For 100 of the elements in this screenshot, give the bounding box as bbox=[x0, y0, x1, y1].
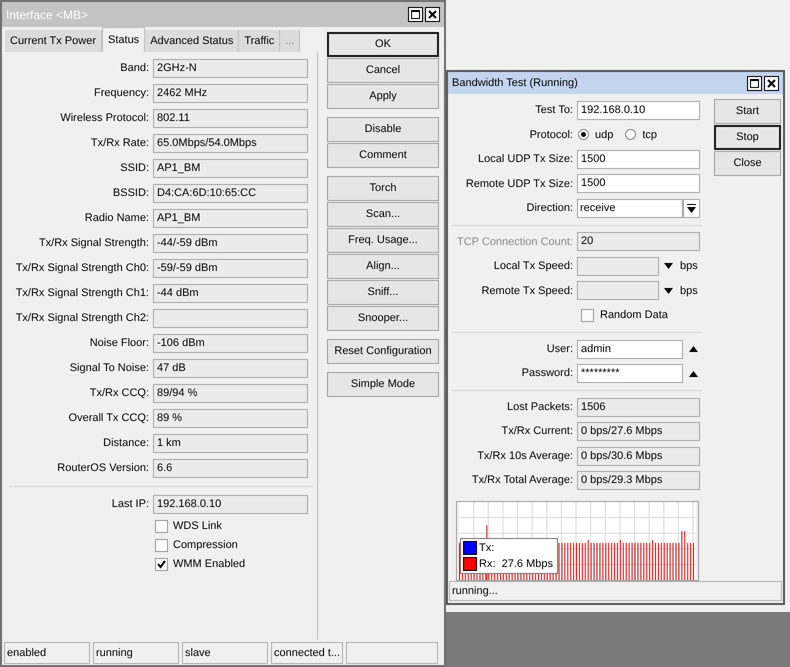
field-label: Last IP: bbox=[110, 497, 150, 512]
maximize-button[interactable] bbox=[408, 7, 423, 22]
value-field: 20 bbox=[577, 232, 700, 252]
button[interactable]: Apply bbox=[327, 84, 439, 109]
window-title: Bandwidth Test (Running) bbox=[452, 76, 578, 91]
value-field: 192.168.0.10 bbox=[153, 495, 308, 514]
down-arrow-icon[interactable] bbox=[664, 263, 673, 270]
button[interactable]: Sniff... bbox=[327, 280, 439, 305]
checkbox-label: WMM Enabled bbox=[173, 557, 246, 572]
value-field: AP1_BM bbox=[153, 159, 308, 178]
button[interactable]: Disable bbox=[327, 117, 439, 142]
checkbox[interactable] bbox=[155, 558, 168, 571]
value-field: 0 bps/27.6 Mbps bbox=[577, 422, 700, 442]
field-label: Signal To Noise: bbox=[68, 361, 150, 376]
dropdown-arrow-icon[interactable] bbox=[687, 204, 696, 213]
value-field: -44 dBm bbox=[153, 284, 308, 303]
button[interactable]: Snooper... bbox=[327, 306, 439, 331]
radio-label: udp bbox=[595, 128, 614, 143]
field-label: Password: bbox=[520, 366, 574, 382]
tab[interactable]: Status bbox=[102, 27, 146, 52]
field-label: Tx/Rx Total Average: bbox=[470, 473, 574, 488]
up-arrow-icon[interactable] bbox=[689, 370, 698, 377]
field-label: Wireless Protocol: bbox=[59, 111, 150, 126]
field-label: TCP Connection Count: bbox=[456, 234, 574, 250]
button[interactable]: Scan... bbox=[327, 202, 439, 227]
value-field: 0 bps/29.3 Mbps bbox=[577, 471, 700, 490]
value-field: 802.11 bbox=[153, 109, 308, 128]
value-field: 89/94 % bbox=[153, 384, 308, 403]
value-field: 6.6 bbox=[153, 459, 308, 478]
field-label: Tx/Rx Signal Strength: bbox=[38, 236, 150, 252]
value-field: D4:CA:6D:10:65:CC bbox=[153, 184, 308, 203]
dropdown-button[interactable] bbox=[683, 198, 700, 218]
field-label: Band: bbox=[119, 61, 150, 76]
text-field[interactable]: 1500 bbox=[577, 174, 700, 194]
field-label: Tx/Rx Current: bbox=[500, 424, 574, 440]
field-label: Overall Tx CCQ: bbox=[68, 411, 150, 426]
checkbox-label: Compression bbox=[173, 538, 238, 554]
legend-label: Rx: 27.6 Mbps bbox=[479, 556, 554, 572]
checkbox[interactable] bbox=[155, 520, 168, 533]
button[interactable]: Cancel bbox=[327, 58, 439, 83]
tab[interactable]: Advanced Status bbox=[145, 30, 240, 52]
radio-button[interactable] bbox=[625, 129, 636, 140]
button[interactable]: Torch bbox=[327, 176, 439, 201]
value-field: 0 bps/30.6 Mbps bbox=[577, 446, 700, 466]
value-field[interactable] bbox=[577, 281, 659, 300]
field-label: Tx/Rx Signal Strength Ch1: bbox=[14, 286, 150, 302]
value-field[interactable] bbox=[577, 256, 659, 276]
unit-label: bps bbox=[680, 284, 698, 299]
button[interactable]: Reset Configuration bbox=[327, 339, 439, 364]
button[interactable]: Align... bbox=[327, 254, 439, 279]
field-label: Remote Tx Speed: bbox=[480, 284, 574, 299]
down-arrow-icon[interactable] bbox=[664, 288, 673, 294]
field-label: User: bbox=[546, 342, 574, 357]
button[interactable]: OK bbox=[327, 32, 439, 57]
field-label: Lost Packets: bbox=[506, 400, 574, 415]
value-field: 65.0Mbps/54.0Mbps bbox=[153, 134, 308, 153]
close-button[interactable] bbox=[425, 7, 440, 22]
field-label: Frequency: bbox=[92, 86, 150, 102]
checkbox[interactable] bbox=[155, 539, 168, 552]
button[interactable]: Freq. Usage... bbox=[327, 228, 439, 253]
text-field[interactable]: ********* bbox=[577, 364, 683, 384]
close-button[interactable] bbox=[764, 76, 779, 90]
field-label: Local UDP Tx Size: bbox=[477, 152, 574, 168]
field-label: Tx/Rx Rate: bbox=[90, 136, 150, 152]
field-label: RouterOS Version: bbox=[56, 461, 150, 476]
button[interactable]: Stop bbox=[714, 125, 781, 150]
checkbox[interactable] bbox=[581, 309, 594, 322]
value-field: 2GHz-N bbox=[153, 59, 308, 78]
legend-label: Tx: bbox=[479, 540, 496, 556]
value-field: 1506 bbox=[577, 398, 700, 417]
button[interactable]: Simple Mode bbox=[327, 372, 439, 397]
value-field: AP1_BM bbox=[153, 209, 308, 228]
unit-label: bps bbox=[680, 259, 698, 274]
status-cell: enabled bbox=[4, 642, 90, 664]
text-field[interactable]: 192.168.0.10 bbox=[577, 100, 700, 120]
tab[interactable]: Current Tx Power bbox=[5, 30, 102, 52]
status-cell: connected t... bbox=[271, 642, 343, 664]
checkbox-label: WDS Link bbox=[173, 519, 222, 534]
maximize-button[interactable] bbox=[747, 76, 762, 90]
button[interactable]: Close bbox=[714, 151, 781, 176]
value-field: -44/-59 dBm bbox=[153, 234, 308, 253]
field-label: Direction: bbox=[526, 201, 574, 216]
tab[interactable]: Traffic bbox=[239, 30, 280, 52]
field-label: Distance: bbox=[102, 436, 150, 452]
value-field: -106 dBm bbox=[153, 334, 308, 353]
button[interactable]: Start bbox=[714, 99, 781, 124]
button[interactable]: Comment bbox=[327, 143, 439, 168]
value-field: 89 % bbox=[153, 409, 308, 428]
field-label: Local Tx Speed: bbox=[492, 259, 574, 274]
window-title: Interface <MB> bbox=[6, 6, 88, 24]
field-label: SSID: bbox=[119, 161, 150, 176]
value-field: 47 dB bbox=[153, 359, 308, 378]
checkbox-label: Random Data bbox=[600, 308, 668, 324]
text-field[interactable]: admin bbox=[577, 340, 683, 359]
field-label: Tx/Rx Signal Strength Ch2: bbox=[14, 311, 150, 326]
text-field[interactable]: 1500 bbox=[577, 150, 700, 169]
dropdown-field[interactable]: receive bbox=[577, 198, 683, 218]
radio-button[interactable] bbox=[578, 129, 589, 140]
up-arrow-icon[interactable] bbox=[689, 346, 698, 352]
status-cell: slave bbox=[182, 642, 268, 664]
